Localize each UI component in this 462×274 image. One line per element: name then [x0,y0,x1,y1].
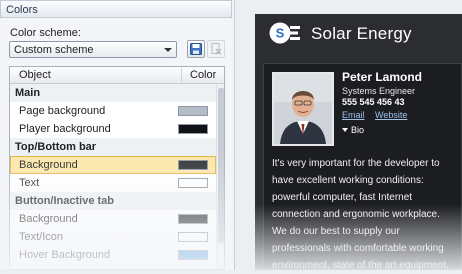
website-link[interactable]: Website [375,110,407,120]
column-object[interactable]: Object [19,69,51,81]
person-phone: 555 545 456 43 [342,97,405,107]
delete-icon [211,43,222,55]
object-label: Text/Icon [19,231,64,243]
email-link[interactable]: Email [342,110,365,120]
bio-line: powerful computer, fast Internet [272,192,413,203]
bio-line: connection and ergonomic workplace. [272,209,440,220]
color-grid: Object Color Main Page background Player b… [9,66,225,270]
scrollbar-thumb[interactable] [218,88,224,243]
save-icon [190,43,202,55]
chevron-down-icon [164,48,172,52]
color-row[interactable]: Background [10,156,216,174]
object-label: Page background [19,105,106,117]
color-row[interactable]: Player background [10,120,216,138]
column-color[interactable]: Color [190,69,216,81]
color-row[interactable]: Background [10,210,216,228]
color-scheme-value: Custom scheme [14,44,94,56]
person-photo-icon [274,74,332,144]
profile-card: Peter Lamond Systems Engineer 555 545 45… [263,63,462,271]
brand-name: Solar Energy [311,24,412,43]
color-swatch[interactable] [178,124,208,134]
svg-text:S: S [276,26,285,41]
object-label: Text [19,177,40,189]
panel-title: Colors [0,0,232,18]
color-scheme-select[interactable]: Custom scheme [9,41,177,58]
color-swatch[interactable] [178,214,208,224]
object-label: Player background [19,123,111,135]
bio-line: We do our best to supply our [272,226,400,237]
bio-line: professionals with comfortable working [272,243,444,254]
colors-panel: Colors Color scheme: Custom scheme Objec… [0,0,235,270]
triangle-down-icon [342,128,348,132]
bio-label: Bio [351,125,365,135]
category-row[interactable]: Button/Inactive tab [10,192,216,210]
color-row[interactable]: Text [10,174,216,192]
column-divider[interactable] [181,68,182,82]
category-label: Button/Inactive tab [15,195,115,207]
color-swatch[interactable] [178,178,208,188]
object-label: Background [19,159,78,171]
bio-line: It's very important for the developer to [272,158,440,169]
object-label: Hover Background [19,249,111,261]
category-row[interactable]: Main [10,84,216,102]
color-row[interactable]: Text/Icon [10,228,216,246]
person-name: Peter Lamond [342,70,423,84]
grid-header: Object Color [10,67,224,84]
vertical-scrollbar[interactable] [216,84,224,269]
bio-text: It's very important for the developer to… [272,155,458,274]
color-swatch[interactable] [178,250,208,260]
save-scheme-button[interactable] [187,40,205,58]
color-row[interactable]: Page background [10,102,216,120]
delete-scheme-button[interactable] [207,40,225,58]
bio-toggle[interactable]: Bio [342,125,364,135]
solar-energy-logo-icon: S [269,22,300,44]
category-label: Top/Bottom bar [15,141,97,153]
grid-rows: Main Page background Player background Top/… [10,84,216,264]
color-swatch[interactable] [178,232,208,242]
player-preview: S Solar Energy Peter Lamond Systems Engi… [255,14,462,271]
object-label: Background [19,213,78,225]
category-label: Main [15,87,41,99]
bio-line: have excellent working conditions: [272,175,424,186]
color-row[interactable]: Hover Background [10,246,216,264]
color-swatch[interactable] [178,106,208,116]
color-scheme-label: Color scheme: [10,27,81,39]
color-swatch[interactable] [178,160,208,170]
profile-photo [272,72,334,146]
bio-line: environment, state of the art equipment, [272,260,449,271]
person-role: Systems Engineer [342,86,416,96]
category-row[interactable]: Top/Bottom bar [10,138,216,156]
